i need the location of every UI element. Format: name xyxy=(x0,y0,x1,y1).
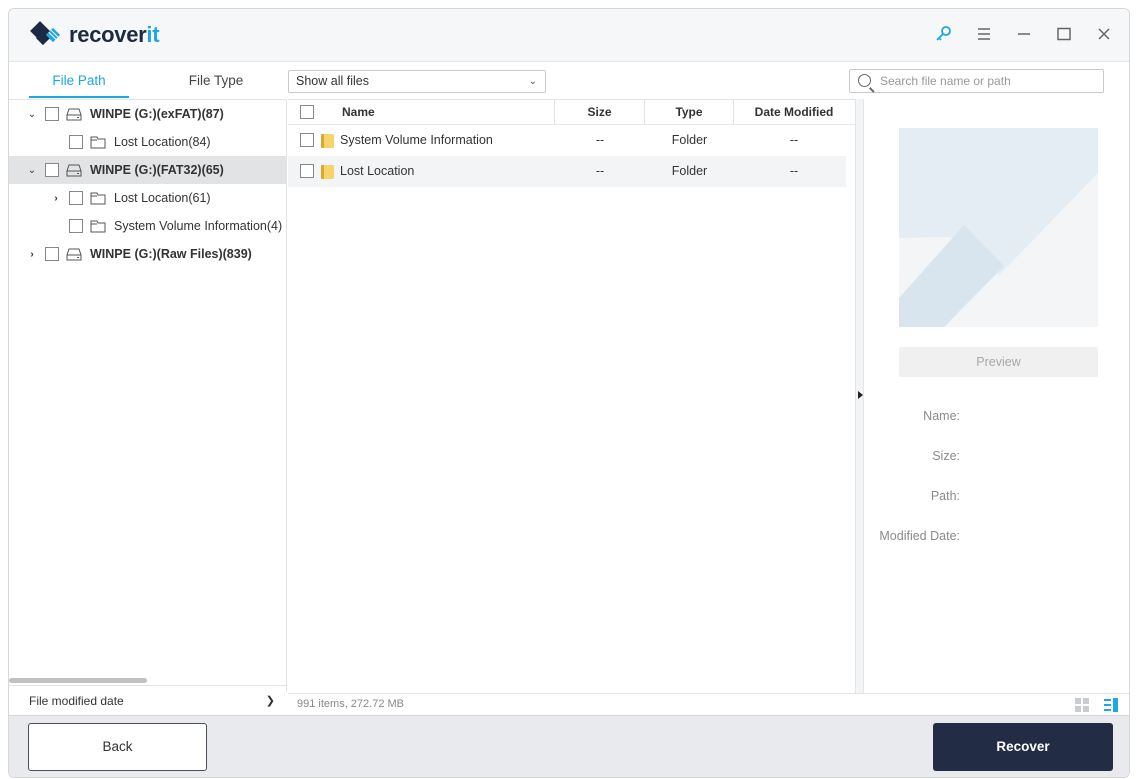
search-icon xyxy=(858,74,871,87)
tree-item-label: WINPE (G:)(Raw Files)(839) xyxy=(90,247,252,261)
tree-item-label: System Volume Information(4) xyxy=(114,219,283,233)
view-tabs: File Path File Type xyxy=(9,63,287,98)
items-summary: 991 items, 272.72 MB xyxy=(297,698,405,710)
tree-item[interactable]: ⌄ WINPE (G:)(FAT32)(65) xyxy=(9,156,287,184)
filter-label: File modified date xyxy=(29,694,124,708)
tree-item[interactable]: Lost Location(84) xyxy=(9,128,287,156)
preview-panel: Preview Name: Size: Path: Modified Date: xyxy=(865,99,1129,693)
chevron-down-icon[interactable]: ⌄ xyxy=(27,109,37,120)
modified-date-label: Modified Date: xyxy=(879,529,960,543)
name-label: Name: xyxy=(923,409,960,423)
folder-icon xyxy=(321,134,334,148)
chevron-right-icon[interactable]: › xyxy=(27,249,37,260)
file-list: Name Size Type Date Modified System Volu… xyxy=(288,99,855,693)
search-input[interactable]: Search file name or path xyxy=(849,69,1104,93)
drive-icon xyxy=(66,164,82,176)
preview-button[interactable]: Preview xyxy=(899,347,1098,377)
tree-item-label: Lost Location(61) xyxy=(114,191,211,205)
folder-icon xyxy=(321,165,334,179)
tree-checkbox[interactable] xyxy=(69,219,83,233)
folder-outline-icon xyxy=(90,220,106,232)
horizontal-scrollbar[interactable] xyxy=(9,678,147,683)
row-size: -- xyxy=(595,164,605,178)
row-type: Folder xyxy=(671,133,708,147)
search-placeholder: Search file name or path xyxy=(880,74,1011,88)
chevron-down-icon[interactable]: ⌄ xyxy=(27,165,37,176)
close-icon[interactable] xyxy=(1093,23,1115,45)
file-modified-date-filter[interactable]: File modified date ❯ xyxy=(9,685,287,715)
tab-file-path[interactable]: File Path xyxy=(29,63,129,98)
key-icon[interactable] xyxy=(933,23,955,45)
list-view-icon[interactable] xyxy=(1104,698,1119,712)
maximize-icon[interactable] xyxy=(1053,23,1075,45)
column-type[interactable]: Type xyxy=(645,100,734,125)
tree-item[interactable]: › Lost Location(61) xyxy=(9,184,287,212)
tree-checkbox[interactable] xyxy=(69,191,83,205)
tab-file-type[interactable]: File Type xyxy=(164,63,268,98)
collapse-preview-icon[interactable] xyxy=(858,391,863,399)
table-row[interactable]: Lost Location -- Folder -- xyxy=(288,156,846,187)
column-size[interactable]: Size xyxy=(555,100,645,125)
app-window: recoverit File Path File Type Show all f… xyxy=(8,8,1130,778)
tree-checkbox[interactable] xyxy=(45,247,59,261)
row-checkbox[interactable] xyxy=(300,164,314,178)
row-name: Lost Location xyxy=(340,164,415,178)
tree-item-label: WINPE (G:)(exFAT)(87) xyxy=(90,107,224,121)
tree-checkbox[interactable] xyxy=(69,135,83,149)
column-date-modified[interactable]: Date Modified xyxy=(734,100,854,125)
minimize-icon[interactable] xyxy=(1013,23,1035,45)
back-button[interactable]: Back xyxy=(28,723,207,771)
list-header: Name Size Type Date Modified xyxy=(288,100,855,125)
status-bar: 991 items, 272.72 MB xyxy=(288,693,1129,715)
preview-splitter[interactable] xyxy=(855,99,864,693)
file-filter-value: Show all files xyxy=(296,74,369,88)
folder-outline-icon xyxy=(90,136,106,148)
preview-placeholder-image xyxy=(899,128,1098,327)
tree-item[interactable]: System Volume Information(4) xyxy=(9,212,287,240)
tree-item-label: WINPE (G:)(FAT32)(65) xyxy=(90,163,224,177)
folder-outline-icon xyxy=(90,192,106,204)
row-name: System Volume Information xyxy=(340,133,493,147)
drive-icon xyxy=(66,248,82,260)
recover-button[interactable]: Recover xyxy=(933,723,1113,771)
logo: recoverit xyxy=(29,18,160,52)
menu-icon[interactable] xyxy=(973,23,995,45)
file-filter-dropdown[interactable]: Show all files ⌄ xyxy=(288,70,546,93)
tree-checkbox[interactable] xyxy=(45,163,59,177)
tree-item[interactable]: ⌄ WINPE (G:)(exFAT)(87) xyxy=(9,100,287,128)
tree-item-label: Lost Location(84) xyxy=(114,135,211,149)
row-date: -- xyxy=(789,164,799,178)
row-checkbox[interactable] xyxy=(300,133,314,147)
tree-checkbox[interactable] xyxy=(45,107,59,121)
title-bar: recoverit xyxy=(9,9,1129,62)
row-date: -- xyxy=(789,133,799,147)
table-row[interactable]: System Volume Information -- Folder -- xyxy=(288,125,846,156)
tree-item[interactable]: › WINPE (G:)(Raw Files)(839) xyxy=(9,240,287,268)
chevron-right-icon: ❯ xyxy=(265,695,275,707)
recoverit-logo-icon xyxy=(30,21,61,46)
column-name[interactable]: Name xyxy=(288,100,555,125)
grid-view-icon[interactable] xyxy=(1075,698,1089,712)
chevron-right-icon[interactable]: › xyxy=(51,193,61,204)
path-label: Path: xyxy=(930,489,960,503)
row-size: -- xyxy=(595,133,605,147)
action-bar: Back Recover xyxy=(9,715,1129,777)
app-name: recoverit xyxy=(69,22,160,47)
chevron-down-icon: ⌄ xyxy=(528,76,537,87)
size-label: Size: xyxy=(932,449,960,463)
drive-icon xyxy=(66,108,82,120)
file-path-tree: ⌄ WINPE (G:)(exFAT)(87) Lost Location(84… xyxy=(9,99,287,708)
row-type: Folder xyxy=(671,164,708,178)
